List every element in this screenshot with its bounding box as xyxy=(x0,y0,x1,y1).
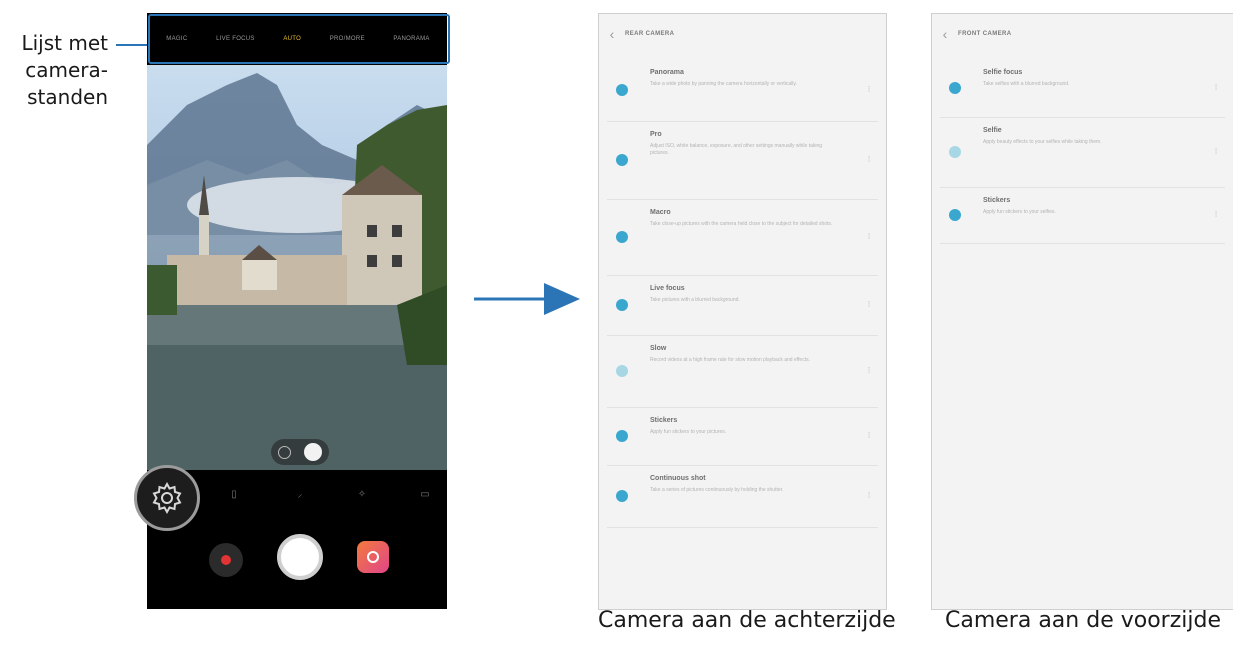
reorder-handle-icon[interactable]: ⁝ xyxy=(866,300,872,309)
mode-list-item[interactable]: Panorama Take a wide photo by panning the… xyxy=(599,59,886,121)
mode-name: Macro xyxy=(650,209,671,216)
mode-icon xyxy=(616,84,628,96)
camera-preview xyxy=(147,65,447,470)
timer-icon[interactable]: ⸝ xyxy=(295,489,305,501)
caption-front-camera: Camera aan de voorzijde xyxy=(945,608,1221,633)
mode-list-item[interactable]: Stickers Apply fun stickers to your selfi… xyxy=(932,187,1233,243)
mode-description: Apply fun stickers to your pictures. xyxy=(650,429,727,435)
mode-icon xyxy=(616,490,628,502)
reorder-handle-icon[interactable]: ⁝ xyxy=(1213,210,1219,219)
mode-list-item[interactable]: Slow Record videos at a high frame rate f… xyxy=(599,335,886,407)
rear-camera-modes-panel: ‹ REAR CAMERA Panorama Take a wide photo … xyxy=(598,13,887,610)
callout-line-3: standen xyxy=(27,85,108,109)
mode-icon xyxy=(616,154,628,166)
panel-header: ‹ REAR CAMERA xyxy=(599,14,886,54)
reorder-handle-icon[interactable]: ⁝ xyxy=(866,85,872,94)
shutter-button[interactable] xyxy=(277,534,323,580)
front-camera-modes-panel: ‹ FRONT CAMERA Selfie focus Take selfies … xyxy=(931,13,1233,610)
divider xyxy=(940,243,1225,244)
mode-list-item[interactable]: Continuous shot Take a series of pictures… xyxy=(599,465,886,527)
flash-icon[interactable]: ▯ xyxy=(229,489,239,501)
mode-list-item[interactable]: Live focus Take pictures with a blurred b… xyxy=(599,275,886,335)
reorder-handle-icon[interactable]: ⁝ xyxy=(866,155,872,164)
bixby-vision-button[interactable] xyxy=(357,541,389,573)
mode-name: Continuous shot xyxy=(650,475,706,482)
mode-name: Selfie focus xyxy=(983,69,1023,76)
ratio-icon[interactable]: ▭ xyxy=(417,489,433,501)
wide-lens-icon[interactable] xyxy=(278,446,291,459)
panel-title: FRONT CAMERA xyxy=(958,31,1012,37)
mode-description: Take a wide photo by panning the camera … xyxy=(650,81,797,87)
mode-list-item[interactable]: Pro Adjust ISO, white balance, exposure, … xyxy=(599,121,886,199)
mode-description: Take close-up pictures with the camera h… xyxy=(650,221,833,227)
mode-name: Stickers xyxy=(650,417,678,424)
mode-description: Apply fun stickers to your selfies. xyxy=(983,209,1056,215)
back-chevron-icon[interactable]: ‹ xyxy=(932,26,958,42)
mode-description: Apply beauty effects to your selfies whi… xyxy=(983,139,1102,145)
mode-description: Take pictures with a blurred background. xyxy=(650,297,740,303)
mode-icon xyxy=(949,82,961,94)
mode-list-item[interactable]: Selfie focus Take selfies with a blurred … xyxy=(932,59,1233,117)
mode-list-callout: Lijst met camera- standen xyxy=(0,30,108,111)
mode-name: Live focus xyxy=(650,285,685,292)
divider xyxy=(607,527,878,528)
mode-description: Take selfies with a blurred background. xyxy=(983,81,1070,87)
mode-name: Selfie xyxy=(983,127,1002,134)
mode-name: Slow xyxy=(650,345,667,352)
lens-zoom-toggle[interactable] xyxy=(271,439,329,465)
mode-name: Panorama xyxy=(650,69,684,76)
filter-icon[interactable]: ✧ xyxy=(357,489,367,501)
callout-leader-line xyxy=(116,44,150,46)
mode-list-highlight xyxy=(148,14,450,64)
reorder-handle-icon[interactable]: ⁝ xyxy=(866,366,872,375)
reorder-handle-icon[interactable]: ⁝ xyxy=(1213,83,1219,92)
mode-name: Stickers xyxy=(983,197,1011,204)
back-chevron-icon[interactable]: ‹ xyxy=(599,26,625,42)
callout-line-1: Lijst met xyxy=(21,31,108,55)
panel-title: REAR CAMERA xyxy=(625,31,675,37)
mode-icon xyxy=(616,299,628,311)
mode-icon xyxy=(949,209,961,221)
normal-lens-icon[interactable] xyxy=(304,443,322,461)
reorder-handle-icon[interactable]: ⁝ xyxy=(866,431,872,440)
record-button[interactable] xyxy=(209,543,243,577)
mode-name: Pro xyxy=(650,131,662,138)
mode-icon xyxy=(616,231,628,243)
reorder-handle-icon[interactable]: ⁝ xyxy=(1213,147,1219,156)
caption-rear-camera: Camera aan de achterzijde xyxy=(598,608,896,633)
bixby-vision-icon xyxy=(367,551,379,563)
mode-description: Take a series of pictures continuously b… xyxy=(650,487,784,493)
mode-list-item[interactable]: Stickers Apply fun stickers to your pictu… xyxy=(599,407,886,465)
mode-list-item[interactable]: Macro Take close-up pictures with the cam… xyxy=(599,199,886,275)
record-dot-icon xyxy=(221,555,231,565)
settings-gear-icon xyxy=(152,481,182,515)
mode-list-item[interactable]: Selfie Apply beauty effects to your selfi… xyxy=(932,117,1233,187)
mode-description: Record videos at a high frame rate for s… xyxy=(650,357,810,363)
arrow-right-icon xyxy=(474,283,580,315)
callout-line-2: camera- xyxy=(25,58,108,82)
settings-button-highlight[interactable] xyxy=(134,465,200,531)
reorder-handle-icon[interactable]: ⁝ xyxy=(866,232,872,241)
mode-icon xyxy=(949,146,961,158)
reorder-handle-icon[interactable]: ⁝ xyxy=(866,491,872,500)
mode-icon xyxy=(616,430,628,442)
mode-description: Adjust ISO, white balance, exposure, and… xyxy=(650,143,823,156)
panel-header: ‹ FRONT CAMERA xyxy=(932,14,1233,54)
mode-icon xyxy=(616,365,628,377)
